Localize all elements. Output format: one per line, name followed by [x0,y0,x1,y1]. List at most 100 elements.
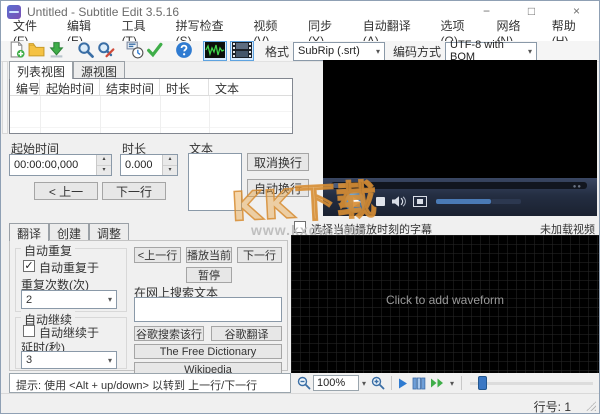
toggle-video-button[interactable] [230,41,254,61]
spell-check-button[interactable] [145,42,164,61]
save-button[interactable] [47,42,66,61]
help-button[interactable] [174,41,193,62]
column-number[interactable]: 编号 [10,79,40,95]
waveform-placeholder[interactable]: Click to add waveform [291,293,599,307]
chevron-down-icon: ▾ [107,295,112,304]
tab-create[interactable]: 创建 [49,223,90,241]
auto-repeat-checkbox[interactable]: ✓ [23,260,35,272]
repeat-count-value: 2 [26,293,33,306]
start-time-value[interactable]: 00:00:00,000 [10,155,96,175]
volume-slider-track[interactable] [491,199,521,204]
find-button[interactable] [76,41,95,61]
visual-sync-button[interactable] [125,41,144,62]
tab-translate[interactable]: 翻译 [9,223,50,241]
new-file-button[interactable] [7,41,26,61]
chevron-down-icon[interactable]: ▾ [447,379,457,388]
zoom-out-button[interactable] [295,375,313,392]
playback-speed-button[interactable] [428,375,447,392]
subtitle-edit-window: Untitled - Subtitle Edit 3.5.16 − □ × 文件… [0,0,600,414]
play-button[interactable] [344,191,366,213]
pause-button[interactable]: 暂停 [186,267,232,283]
subtitle-text-area[interactable] [188,153,242,211]
start-time-spinner[interactable]: 00:00:00,000 ▴ ▾ [9,154,112,176]
spin-up-icon[interactable]: ▴ [163,155,177,166]
column-duration[interactable]: 时长 [160,79,209,95]
encoding-select[interactable]: UTF-8 with BOM ▾ [445,39,538,63]
play-icon [352,197,361,207]
waveform-area[interactable]: Click to add waveform [291,235,599,373]
column-text[interactable]: 文本 [209,79,292,95]
chevron-down-icon[interactable]: ▾ [359,379,369,388]
next-line-button[interactable]: 下一行 [102,182,166,200]
spin-down-icon[interactable]: ▾ [163,165,177,175]
google-translate-button[interactable]: 谷歌翻译 [211,326,282,341]
waveform-zoom-value[interactable]: 100% [313,375,359,391]
tab-source-view[interactable]: 源视图 [73,61,126,79]
duration-spinner[interactable]: 0.000 ▴ ▾ [120,154,178,176]
google-search-button[interactable]: 谷歌搜索该行 [134,326,204,341]
play-current-button[interactable]: 播放当前 [186,247,232,263]
repeat-count-select[interactable]: 2 ▾ [21,290,117,309]
film-icon [232,41,252,61]
duration-value[interactable]: 0.000 [121,155,162,175]
tab-list-view[interactable]: 列表视图 [9,61,74,79]
delay-value: 3 [26,354,33,366]
volume-button[interactable] [391,195,406,211]
waveform-toolbar: 100% ▾ ▾ [291,373,599,393]
chevron-down-icon: ▾ [376,46,381,56]
waveform-scrollbar-thumb[interactable] [478,375,488,390]
column-start-time[interactable]: 起始时间 [40,79,100,95]
mode-tabs: 翻译 创建 调整 [9,223,130,241]
free-dictionary-button[interactable]: The Free Dictionary [134,344,282,359]
delay-select[interactable]: 3 ▾ [21,351,117,369]
auto-break-button[interactable]: 自动换行 [247,179,309,197]
spin-down-icon[interactable]: ▾ [97,165,111,175]
waveform-scrollbar[interactable] [470,375,593,390]
format-select[interactable]: SubRip (.srt) ▾ [293,41,386,61]
select-current-subtitle-checkbox[interactable] [294,221,306,233]
chevron-down-icon: ▾ [528,46,533,56]
seek-bar[interactable]: ●● [331,182,587,190]
player-control-bar: ●● [323,178,597,216]
auto-repeat-checkbox-label[interactable]: 自动重复于 [39,259,99,276]
seek-dots: ●● [572,184,582,190]
subtitle-list-body[interactable] [10,96,292,133]
unbreak-button[interactable]: 取消换行 [247,153,309,171]
web-search-input[interactable] [134,297,282,322]
show-spectrogram-button[interactable] [410,375,428,392]
stop-button[interactable] [376,197,385,206]
previous-button[interactable]: < 上一 [34,182,98,200]
status-bar: 行号: 1 [1,393,599,413]
volume-slider[interactable] [436,199,491,204]
format-value: SubRip (.srt) [298,45,360,57]
zoom-in-button[interactable] [369,375,387,392]
previous-line-button[interactable]: <上一行 [134,247,181,263]
replace-icon [97,41,115,62]
open-file-button[interactable] [27,42,46,61]
tool-bar: 格式 SubRip (.srt) ▾ 编码方式 UTF-8 with BOM ▾ [1,39,599,63]
splitter-handle[interactable] [2,61,8,134]
next-line-button-2[interactable]: 下一行 [237,247,282,263]
checkmark-icon [146,41,163,61]
view-tabs: 列表视图 源视图 [9,61,126,79]
tab-adjust[interactable]: 调整 [89,223,130,241]
column-end-time[interactable]: 结束时间 [100,79,160,95]
fullscreen-button[interactable] [413,196,427,210]
auto-continue-checkbox[interactable] [23,325,35,337]
auto-repeat-group-label: 自动重复 [21,242,76,259]
help-icon [175,41,193,62]
seek-thumb[interactable] [333,183,345,188]
toggle-waveform-button[interactable] [203,41,227,61]
waveform-play-button[interactable] [396,375,410,392]
video-player[interactable]: ●● [323,60,597,216]
hint-text: 提示: 使用 <Alt + up/down> 以转到 上一行/下一行 [9,373,291,393]
clock-sync-icon [126,41,144,62]
encoding-label: 编码方式 [393,44,442,59]
subtitle-list[interactable]: 编号 起始时间 结束时间 时长 文本 [9,78,293,134]
subtitle-list-header: 编号 起始时间 结束时间 时长 文本 [10,79,292,96]
spin-up-icon[interactable]: ▴ [97,155,111,166]
resize-grip[interactable] [586,401,596,411]
replace-button[interactable] [96,41,115,62]
chevron-down-icon: ▾ [107,355,112,365]
format-label: 格式 [265,44,290,59]
